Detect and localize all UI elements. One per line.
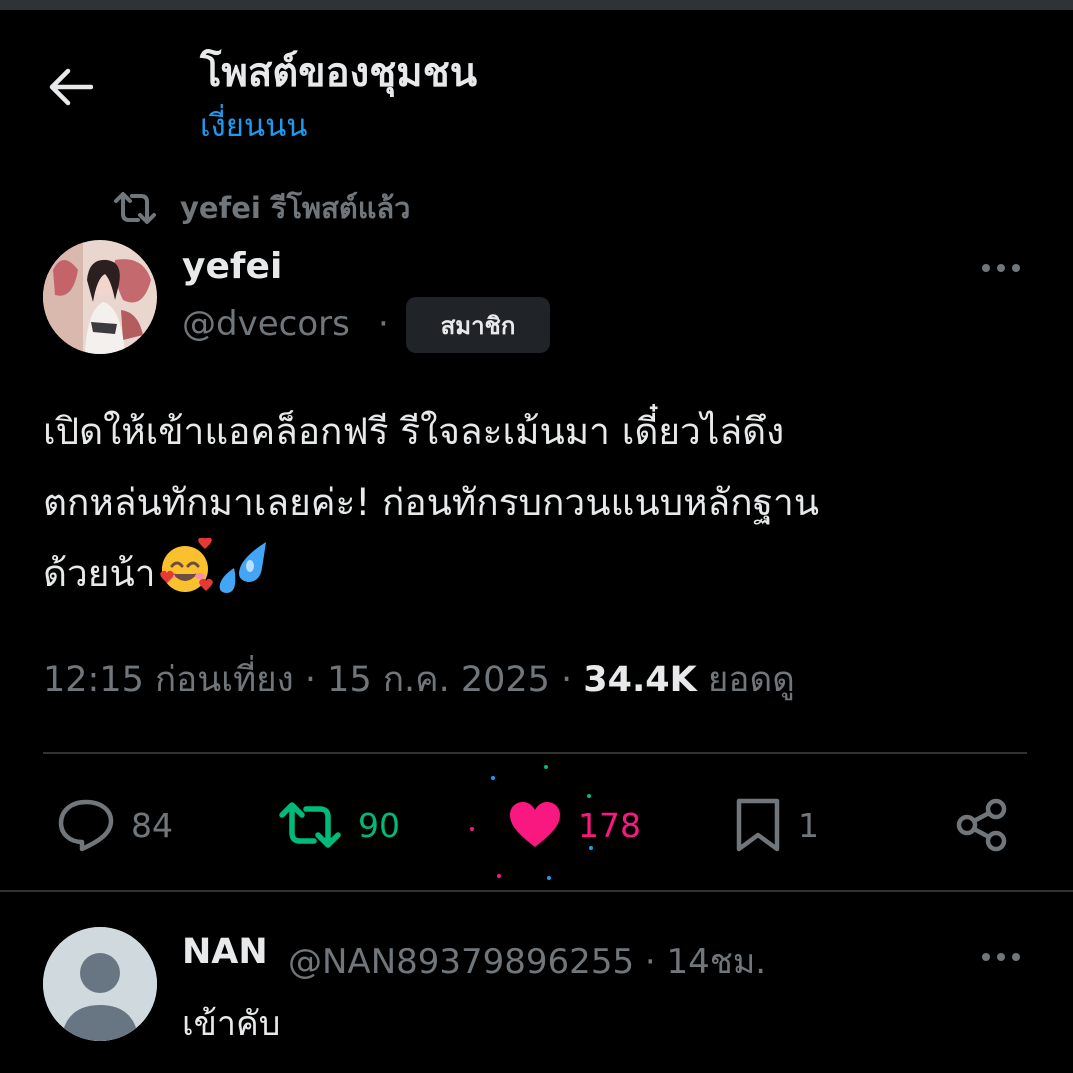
post-meta: 12:15 ก่อนเที่ยง · 15 ก.ค. 2025 · 34.4K … [43, 652, 795, 707]
more-icon [982, 953, 1020, 961]
repost-button[interactable]: 90 [278, 790, 400, 860]
repost-context[interactable]: yefei รีโพสต์แล้ว [112, 186, 410, 230]
post-time[interactable]: 12:15 ก่อนเที่ยง [43, 660, 294, 700]
repost-context-label: yefei รีโพสต์แล้ว [180, 191, 411, 225]
bookmark-count: 1 [798, 805, 819, 845]
share-icon [956, 798, 1007, 852]
community-name-link[interactable]: เงี่ยนนน [200, 100, 307, 150]
member-badge: สมาชิก [406, 297, 550, 353]
sweat-droplets-icon [214, 538, 274, 619]
like-button[interactable]: 178 [508, 790, 641, 860]
divider [43, 752, 1027, 754]
smiling-face-with-hearts-icon [156, 536, 214, 619]
more-icon [982, 264, 1020, 272]
meta-separator: · [304, 660, 328, 700]
share-button[interactable] [955, 790, 1009, 860]
like-count: 178 [578, 805, 641, 845]
like-sparkle [587, 794, 591, 798]
like-sparkle [547, 876, 551, 880]
status-strip [0, 0, 1073, 10]
divider [0, 890, 1073, 892]
views-count[interactable]: 34.4K [583, 660, 696, 700]
post-date[interactable]: 15 ก.ค. 2025 [327, 660, 550, 700]
page-title: โพสต์ของชุมชน [200, 50, 478, 96]
reply-text: เข้าคับ [182, 1004, 281, 1044]
post-more-button[interactable] [971, 253, 1031, 283]
reply-author-handle[interactable]: @NAN89379896255 · 14ชม. [288, 934, 766, 988]
author-name[interactable]: yefei [182, 246, 282, 287]
heart-icon [510, 802, 560, 847]
handle-separator: · [378, 304, 389, 344]
reply-avatar[interactable] [43, 927, 157, 1041]
reply-count: 84 [131, 805, 173, 845]
post-text-line: ด้วยน้า [43, 536, 1033, 619]
author-avatar[interactable] [43, 240, 157, 354]
views-label: ยอดดู [707, 660, 795, 700]
arrow-left-icon [49, 68, 93, 106]
bookmark-button[interactable]: 1 [734, 790, 819, 860]
reply-icon [58, 799, 114, 852]
like-sparkle [470, 827, 474, 831]
post-text-line: เปิดให้เข้าแอคล็อกฟรี รีใจละเม้นมา เดี๋ย… [43, 410, 785, 453]
reply-button[interactable]: 84 [57, 790, 173, 860]
bookmark-icon [736, 798, 780, 852]
like-sparkle [491, 776, 495, 780]
post-text-line: ตกหล่นทักมาเลยค่ะ! ก่อนทักรบกวนแนบหลักฐา… [43, 481, 820, 524]
post-text-line-content: ด้วยน้า [43, 552, 156, 595]
like-sparkle [544, 765, 548, 769]
repost-icon [114, 192, 156, 224]
reply-author-name[interactable]: NAN [182, 932, 268, 972]
repost-icon [279, 802, 341, 848]
post-text: เปิดให้เข้าแอคล็อกฟรี รีใจละเม้นมา เดี๋ย… [43, 396, 1033, 619]
reply-more-button[interactable] [971, 942, 1031, 972]
back-button[interactable] [42, 62, 98, 112]
author-handle[interactable]: @dvecors [182, 304, 350, 344]
repost-count: 90 [358, 805, 400, 845]
like-sparkle [589, 846, 593, 850]
like-sparkle [497, 874, 501, 878]
meta-separator: · [561, 660, 584, 700]
post-detail-page: โพสต์ของชุมชน เงี่ยนนน yefei รีโพสต์แล้ว… [0, 0, 1073, 1073]
